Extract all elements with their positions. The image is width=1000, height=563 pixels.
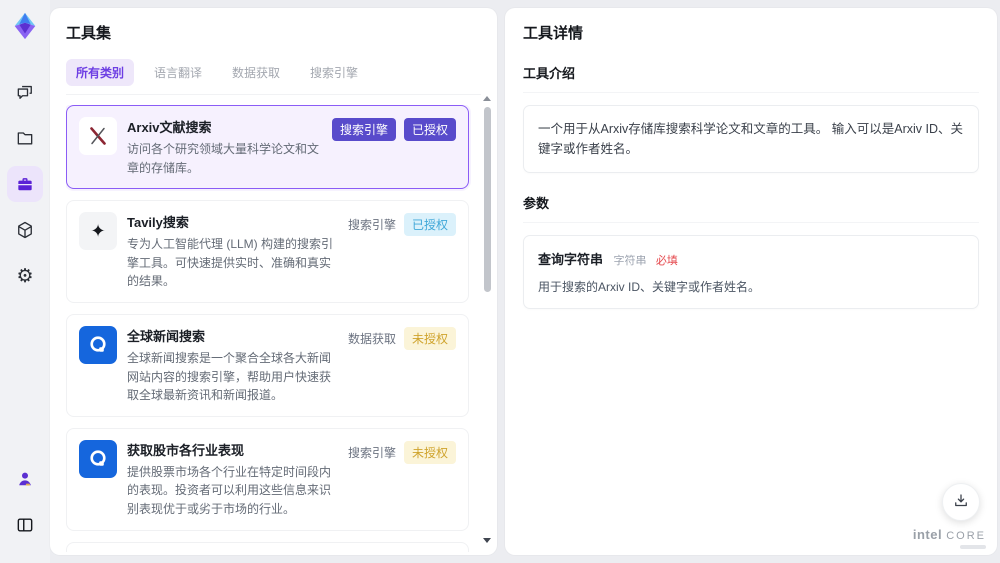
main-area: 工具集 所有类别 语言翻译 数据获取 搜索引擎 Arxiv文献搜索 访问各个研究… [50, 0, 1000, 563]
category-tab[interactable]: 语言翻译 [144, 59, 212, 86]
parameters-list: 查询字符串 字符串 必填 用于搜索的Arxiv ID、关键字或作者姓名。 [523, 235, 979, 309]
category-badge: 数据获取 [347, 331, 396, 346]
tool-detail-title: 工具详情 [523, 25, 584, 42]
tool-card[interactable]: ✦ Tavily搜索 专为人工智能代理 (LLM) 构建的搜索引擎工具。可快速提… [66, 200, 469, 303]
tool-intro-box: 一个用于从Arxiv存储库搜索科学论文和文章的工具。 输入可以是Arxiv ID… [523, 105, 979, 173]
tool-card[interactable]: 获取市场最活跃股票信息 提供当天交易量最高的股票列表。投资者可以利用这些信息来识… [66, 541, 469, 552]
category-badge: 搜索引擎 [347, 445, 396, 460]
layout-panel-icon [15, 515, 35, 535]
arxiv-logo-icon [79, 117, 117, 155]
parameter-name: 查询字符串 [538, 252, 604, 267]
authorization-badge: 已授权 [403, 213, 456, 237]
authorization-badge: 未授权 [403, 440, 456, 464]
authorization-badge: 未授权 [403, 326, 456, 350]
category-tab[interactable]: 搜索引擎 [300, 59, 368, 86]
sidebar-item-files[interactable] [7, 120, 43, 156]
cube-icon [15, 220, 35, 240]
tool-card-description: 专为人工智能代理 (LLM) 构建的搜索引擎工具。可快速提供实时、准确和真实的结… [127, 237, 334, 289]
logo-underline [960, 545, 986, 549]
tool-card-title: 全球新闻搜索 [127, 328, 206, 344]
sidebar-item-tools[interactable] [7, 166, 43, 202]
tool-intro-heading: 工具介绍 [523, 63, 979, 93]
parameter-required-flag: 必填 [655, 255, 678, 267]
parameter-description: 用于搜索的Arxiv ID、关键字或作者姓名。 [538, 280, 761, 294]
tool-card-list: Arxiv文献搜索 访问各个研究领域大量科学论文和文章的存储库。 搜索引擎 已授… [66, 105, 481, 552]
app-root: ⚙ 工具集 所有类别 语言翻译 数据获取 搜索引擎 Arxiv文献搜索 访问各个… [0, 0, 1000, 563]
tool-card-description: 访问各个研究领域大量科学论文和文章的存储库。 [127, 142, 320, 175]
sidebar-item-chat[interactable] [7, 74, 43, 110]
list-scrollbar[interactable] [482, 96, 492, 543]
folder-icon [15, 128, 35, 148]
tool-card-title: Tavily搜索 [127, 215, 189, 231]
blue-app-logo-icon [79, 439, 117, 478]
authorization-badge: 已授权 [403, 118, 456, 141]
sidebar-item-account[interactable] [7, 461, 43, 497]
intel-core-logo: intel CORE [912, 526, 986, 549]
toolbox-icon [15, 174, 35, 194]
sidebar-item-packages[interactable] [7, 212, 43, 248]
tool-card-description: 全球新闻搜索是一个聚合全球各大新闻网站内容的搜索引擎，帮助用户快速获取全球最新资… [127, 350, 332, 403]
scrollbar-thumb[interactable] [483, 107, 491, 292]
sidebar-item-collapse[interactable] [7, 507, 43, 543]
scroll-up-icon[interactable] [483, 96, 491, 101]
parameter-card: 查询字符串 字符串 必填 用于搜索的Arxiv ID、关键字或作者姓名。 [523, 235, 979, 309]
chat-icon [15, 82, 35, 102]
sidebar-item-settings[interactable]: ⚙ [7, 258, 43, 294]
parameter-type: 字符串 [613, 255, 647, 267]
category-tab[interactable]: 数据获取 [222, 59, 290, 86]
scroll-down-icon[interactable] [483, 538, 491, 543]
tool-card-title: 获取股市各行业表现 [127, 442, 245, 458]
app-logo-icon [7, 8, 43, 44]
gear-icon: ⚙ [16, 265, 34, 287]
parameters-heading: 参数 [523, 193, 979, 223]
tool-detail-panel: 工具详情 工具介绍 一个用于从Arxiv存储库搜索科学论文和文章的工具。 输入可… [505, 8, 997, 555]
core-logo-text: CORE [946, 529, 986, 542]
category-badge: 搜索引擎 [331, 118, 396, 141]
tool-card[interactable]: 全球新闻搜索 全球新闻搜索是一个聚合全球各大新闻网站内容的搜索引擎，帮助用户快速… [66, 313, 469, 417]
tool-card-description: 提供股票市场各个行业在特定时间段内的表现。投资者可以利用这些信息来识别表现优于或… [127, 464, 332, 516]
tool-list-title: 工具集 [66, 25, 112, 42]
user-avatar-icon [15, 469, 35, 489]
download-button[interactable] [942, 483, 980, 521]
intel-logo-text: intel [912, 526, 943, 542]
tool-intro-text: 一个用于从Arxiv存储库搜索科学论文和文章的工具。 输入可以是Arxiv ID… [538, 122, 964, 156]
tool-card[interactable]: 获取股市各行业表现 提供股票市场各个行业在特定时间段内的表现。投资者可以利用这些… [66, 427, 469, 531]
category-tabs: 所有类别 语言翻译 数据获取 搜索引擎 [66, 59, 481, 95]
blue-app-logo-icon [79, 325, 117, 364]
download-icon [952, 492, 970, 513]
tool-card-title: Arxiv文献搜索 [127, 120, 212, 135]
icon-sidebar: ⚙ [0, 0, 50, 563]
category-badge: 搜索引擎 [347, 218, 396, 233]
category-tab[interactable]: 所有类别 [66, 59, 135, 86]
sparkle-star-icon: ✦ [79, 212, 117, 251]
tool-card[interactable]: Arxiv文献搜索 访问各个研究领域大量科学论文和文章的存储库。 搜索引擎 已授… [66, 105, 469, 190]
tool-list-panel: 工具集 所有类别 语言翻译 数据获取 搜索引擎 Arxiv文献搜索 访问各个研究… [50, 8, 497, 555]
